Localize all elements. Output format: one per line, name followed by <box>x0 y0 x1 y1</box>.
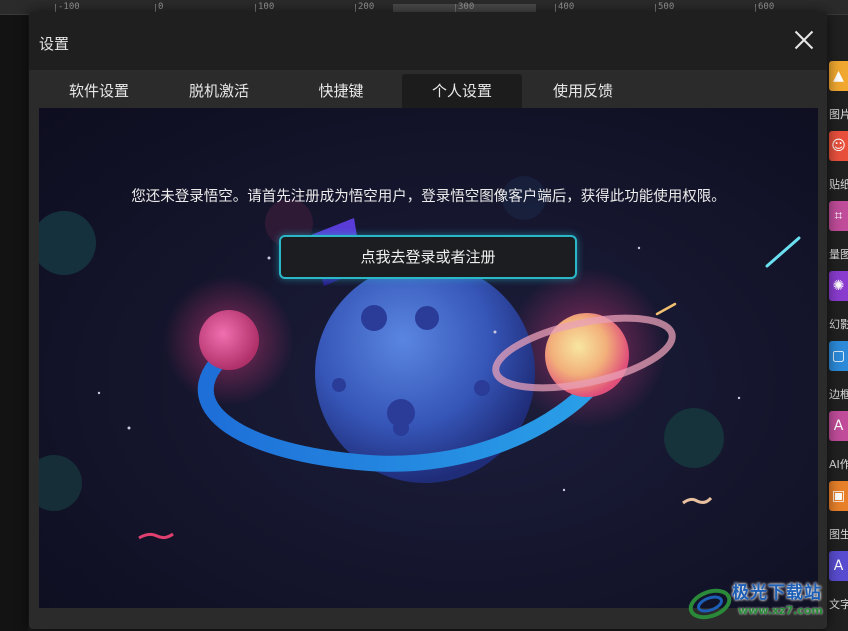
text-icon: A <box>833 558 844 574</box>
ai-icon: A <box>833 418 844 434</box>
tool-label: AI作 <box>829 458 848 471</box>
ruler-label: 200 <box>358 2 375 12</box>
ruler-label: 600 <box>758 2 775 12</box>
ruler-label: 300 <box>458 2 475 12</box>
image-icon: ▲ <box>833 68 844 84</box>
left-canvas-strip <box>0 15 28 631</box>
frame-icon: ▢ <box>831 348 846 364</box>
tool-ai-button[interactable]: A <box>829 411 848 441</box>
tool-measure-button[interactable]: ⌗ <box>829 201 848 231</box>
tool-frame-button[interactable]: ▢ <box>829 341 848 371</box>
login-required-message: 您还未登录悟空。请首先注册成为悟空用户，登录悟空图像客户端后，获得此功能使用权限… <box>131 189 726 205</box>
tool-image-button[interactable]: ▲ <box>829 61 848 91</box>
ruler-label: 500 <box>658 2 675 12</box>
login-register-button[interactable]: 点我去登录或者注册 <box>279 235 577 279</box>
tool-effect-button[interactable]: ✺ <box>829 271 848 301</box>
dialog-title: 设置 <box>39 35 70 53</box>
ruler-label: 0 <box>158 2 164 12</box>
close-button[interactable] <box>793 29 815 51</box>
watermark-name: 极光下载站 <box>732 583 822 603</box>
ai-image-icon: ▣ <box>831 488 846 504</box>
effect-icon: ✺ <box>832 278 845 294</box>
tool-sticker-button[interactable]: ☺ <box>829 131 848 161</box>
personal-settings-panel: 您还未登录悟空。请首先注册成为悟空用户，登录悟空图像客户端后，获得此功能使用权限… <box>39 108 818 608</box>
tool-label: 幻影 <box>829 318 848 331</box>
tool-ai-image-button[interactable]: ▣ <box>829 481 848 511</box>
tab-shortcuts[interactable]: 快捷键 <box>281 74 401 108</box>
tool-label: 边框 <box>829 388 848 401</box>
tool-label: 量图 <box>829 248 848 261</box>
tab-feedback[interactable]: 使用反馈 <box>523 74 643 108</box>
tool-label: 贴纸 <box>829 178 848 191</box>
ruler-label: -100 <box>58 2 80 12</box>
dialog-header: 设置 <box>29 12 827 70</box>
tab-offline-activation[interactable]: 脱机激活 <box>159 74 279 108</box>
space-illustration <box>39 176 801 540</box>
watermark-url: www.xz7.com <box>738 604 823 617</box>
ruler-label: 100 <box>258 2 275 12</box>
measure-icon: ⌗ <box>834 208 843 224</box>
tool-text-button[interactable]: A <box>829 551 848 581</box>
tab-personal-settings[interactable]: 个人设置 <box>402 74 522 108</box>
settings-dialog: 设置 软件设置 脱机激活 快捷键 个人设置 使用反馈 您还未登录悟空。请首先注册… <box>29 12 827 629</box>
sticker-icon: ☺ <box>831 138 846 154</box>
tool-label: 图片 <box>829 108 848 121</box>
tool-label: 图生 <box>829 528 848 541</box>
tab-software-settings[interactable]: 软件设置 <box>39 74 159 108</box>
ruler-label: 400 <box>558 2 575 12</box>
